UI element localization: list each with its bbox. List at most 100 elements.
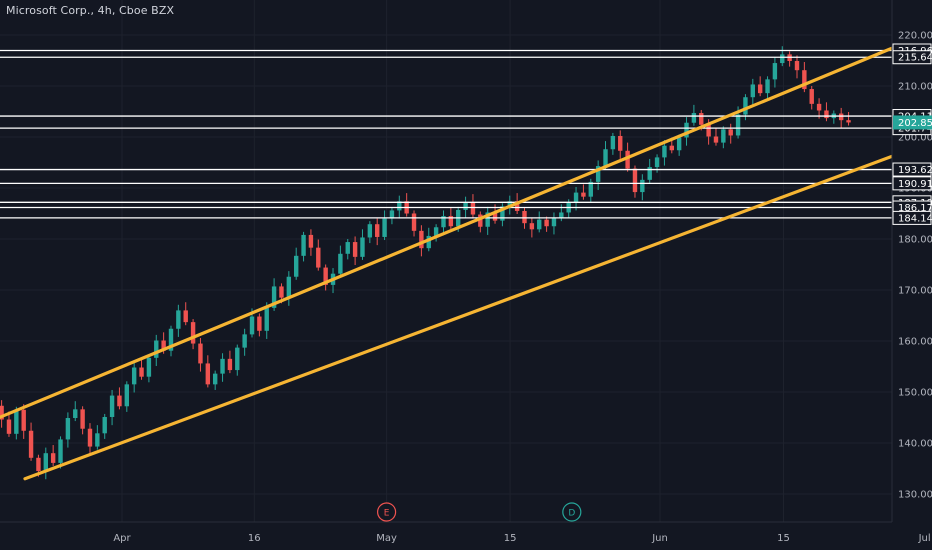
candle-body (220, 358, 225, 374)
candle-body (212, 373, 218, 385)
candle-body (728, 129, 733, 136)
candle-body (735, 114, 741, 136)
candle-body (463, 202, 468, 210)
candle-body (529, 223, 535, 230)
time-tick-label: 15 (504, 533, 517, 544)
candle-body (73, 409, 78, 419)
candle-body (618, 135, 623, 151)
candle-body (190, 322, 196, 344)
candle-body (676, 137, 682, 151)
candle-body (809, 89, 814, 104)
time-tick-label: Jun (651, 533, 668, 544)
candle-body (58, 439, 63, 463)
time-axis-panel[interactable] (0, 522, 892, 550)
candle-body (124, 384, 130, 407)
candle-body (242, 334, 247, 348)
candle-body (293, 255, 299, 277)
candle-body (139, 367, 144, 377)
candle-body (205, 363, 211, 385)
candle-body (411, 213, 417, 231)
candle-body (382, 218, 387, 237)
time-tick-label: 16 (248, 533, 261, 544)
candle-body (87, 428, 93, 447)
candle-body (794, 61, 800, 71)
candle-body (345, 242, 350, 254)
candle-body (109, 395, 115, 417)
candle-body (50, 453, 56, 463)
candle-body (419, 230, 424, 249)
price-tick-label: 130.00 (898, 490, 932, 501)
candle-body (352, 242, 358, 257)
candle-body (662, 145, 667, 158)
candle-body (102, 416, 107, 434)
candle-body (757, 84, 763, 94)
candle-body (146, 357, 152, 377)
candle-body (846, 120, 851, 123)
candle-body (264, 307, 269, 331)
level-label: 184.14 (892, 210, 932, 225)
time-tick-label: 15 (777, 533, 790, 544)
level-label-text: 215.64 (898, 53, 932, 64)
candle-body (632, 168, 638, 193)
candle-body (537, 219, 542, 230)
candle-body (279, 286, 284, 298)
event-marker-e[interactable]: E (377, 502, 397, 522)
candle-body (301, 234, 306, 256)
candle-body (750, 84, 756, 98)
candlestick-chart[interactable]: 220.00210.00200.00190.00180.00170.00160.… (0, 0, 932, 550)
candle-body (699, 113, 704, 125)
candle-body (669, 145, 674, 151)
candle-body (95, 433, 100, 447)
time-tick-label: Apr (113, 533, 131, 544)
candle-body (706, 124, 711, 137)
candle-body (581, 192, 586, 197)
candle-body (235, 347, 240, 371)
candle-body (654, 157, 660, 168)
candle-body (14, 409, 19, 434)
candle-body (522, 210, 527, 224)
candle-body (588, 181, 593, 197)
time-tick-label: Jul (918, 533, 931, 544)
candle-body (603, 149, 608, 167)
price-tick-label: 180.00 (898, 235, 932, 246)
level-label-text: 193.62 (898, 165, 932, 176)
candle-body (257, 316, 262, 331)
chart-background (0, 0, 932, 550)
candle-body (375, 224, 380, 237)
candle-body (743, 97, 748, 115)
candle-body (308, 234, 314, 248)
price-tick-label: 210.00 (898, 82, 932, 93)
event-marker-label: D (568, 509, 575, 519)
candle-body (573, 192, 579, 203)
level-label: 190.91 (892, 176, 932, 191)
price-tick-label: 170.00 (898, 286, 932, 297)
current-price-label: 202.85 (893, 115, 932, 130)
candle-body (544, 219, 549, 227)
price-tick-label: 220.00 (898, 31, 932, 42)
candle-body (838, 113, 844, 121)
candle-body (360, 237, 365, 257)
candle-body (198, 343, 203, 364)
time-tick-label: May (376, 533, 397, 544)
event-marker-d[interactable]: D (562, 502, 582, 522)
candle-body (43, 453, 48, 472)
level-label-text: 184.14 (898, 213, 932, 224)
candle-body (610, 135, 616, 150)
candle-body (551, 218, 557, 227)
candle-body (765, 79, 770, 94)
candle-body (117, 395, 122, 407)
candle-body (640, 179, 645, 193)
candle-body (249, 316, 255, 335)
candle-body (36, 457, 41, 472)
candle-body (65, 418, 71, 440)
candle-body (154, 340, 159, 358)
candle-body (316, 247, 321, 268)
chart-title: Microsoft Corp., 4h, Cboe BZX (6, 4, 175, 17)
candle-body (227, 358, 233, 371)
current-price-text: 202.85 (898, 118, 932, 129)
price-tick-label: 150.00 (898, 388, 932, 399)
level-label-text: 190.91 (898, 179, 932, 190)
candle-body (21, 409, 26, 431)
candle-body (131, 367, 137, 385)
candle-body (721, 129, 726, 143)
